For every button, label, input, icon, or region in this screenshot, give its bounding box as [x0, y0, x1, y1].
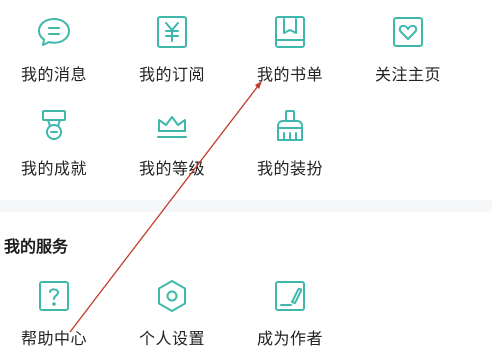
- help-question-icon: [36, 278, 72, 314]
- grid-label: 我的消息: [20, 65, 87, 84]
- grid-item-follow-homepage[interactable]: 关注主页: [358, 14, 458, 88]
- grid-item-my-level[interactable]: 我的等级: [122, 108, 222, 182]
- medal-icon: [36, 108, 72, 144]
- settings-hexagon-icon: [154, 278, 190, 314]
- book-list-icon: [272, 14, 308, 50]
- grid-label: 我的等级: [138, 159, 205, 178]
- grid-label: 帮助中心: [20, 329, 87, 348]
- grid-item-my-messages[interactable]: 我的消息: [4, 14, 104, 88]
- grid-label: 我的书单: [256, 65, 323, 84]
- grid-label: 我的成就: [20, 159, 87, 178]
- section-divider: [0, 200, 492, 212]
- grid-label: 我的装扮: [256, 159, 323, 178]
- grid-label: 个人设置: [138, 329, 205, 348]
- crown-level-icon: [154, 108, 190, 144]
- yen-subscription-icon: [154, 14, 190, 50]
- services-section-title: 我的服务: [4, 237, 69, 256]
- message-bubble-icon: [36, 14, 72, 50]
- service-item-become-author[interactable]: 成为作者: [240, 278, 340, 352]
- grid-label: 关注主页: [374, 65, 441, 84]
- grid-item-my-dress-up[interactable]: 我的装扮: [240, 108, 340, 182]
- service-item-help-center[interactable]: 帮助中心: [4, 278, 104, 352]
- brush-dress-up-icon: [272, 108, 308, 144]
- service-item-personal-settings[interactable]: 个人设置: [122, 278, 222, 352]
- author-pen-icon: [272, 278, 308, 314]
- grid-label: 成为作者: [256, 329, 323, 348]
- grid-item-my-achievements[interactable]: 我的成就: [4, 108, 104, 182]
- grid-item-my-booklist[interactable]: 我的书单: [240, 14, 340, 88]
- features-grid-card: 我的消息 我的订阅 我的书单 关注主页 我的成就 我的等级 我的装扮: [0, 0, 492, 200]
- grid-label: 我的订阅: [138, 65, 205, 84]
- services-card: 我的服务 帮助中心 个人设置 成为作者: [0, 212, 492, 348]
- grid-item-my-subscriptions[interactable]: 我的订阅: [122, 14, 222, 88]
- heart-follow-icon: [390, 14, 426, 50]
